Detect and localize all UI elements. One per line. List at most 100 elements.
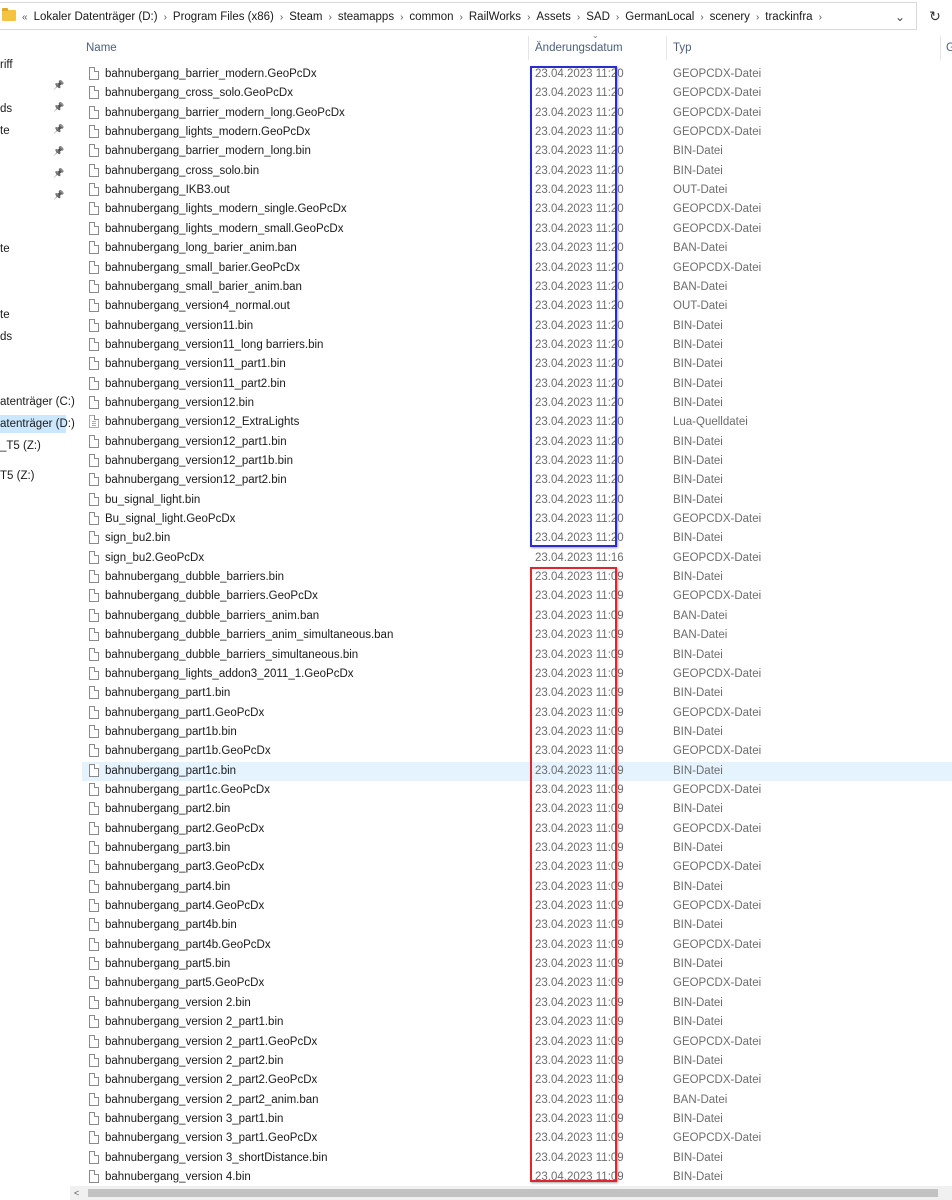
file-row[interactable]: bahnubergang_lights_modern.GeoPcDx 23.04.… [82, 123, 952, 142]
chevron-right-icon[interactable]: › [819, 12, 822, 23]
file-name[interactable]: bahnubergang_version12_part1.bin [105, 433, 287, 452]
scroll-left-arrow-icon[interactable]: < [74, 1186, 79, 1200]
breadcrumb-item[interactable]: scenery [710, 11, 750, 23]
horizontal-scrollbar[interactable]: < [70, 1186, 952, 1200]
breadcrumb-item[interactable]: RailWorks [469, 11, 521, 23]
chevron-right-icon[interactable]: › [527, 12, 530, 23]
file-name[interactable]: bahnubergang_version12_ExtraLights [105, 413, 299, 432]
chevron-right-icon[interactable]: › [577, 12, 580, 23]
pin-icon[interactable]: 📌 [53, 102, 64, 113]
file-row[interactable]: bahnubergang_part4.GeoPcDx 23.04.2023 11:… [82, 897, 952, 916]
file-row[interactable]: bahnubergang_barrier_modern_long.GeoPcDx… [82, 104, 952, 123]
file-name[interactable]: bahnubergang_part1.GeoPcDx [105, 704, 264, 723]
breadcrumb-item[interactable]: Program Files (x86) [173, 11, 274, 23]
file-name[interactable]: bahnubergang_small_barier_anim.ban [105, 278, 302, 297]
file-name[interactable]: bahnubergang_part5.bin [105, 955, 230, 974]
file-name[interactable]: bahnubergang_part5.GeoPcDx [105, 974, 264, 993]
file-name[interactable]: bahnubergang_part2.GeoPcDx [105, 820, 264, 839]
file-name[interactable]: bahnubergang_lights_modern_single.GeoPcD… [105, 200, 347, 219]
column-divider[interactable] [666, 36, 667, 60]
file-row[interactable]: bahnubergang_version11_part2.bin 23.04.20… [82, 375, 952, 394]
breadcrumb-item[interactable]: common [409, 11, 453, 23]
file-name[interactable]: bahnubergang_dubble_barriers.bin [105, 568, 284, 587]
column-header-extra[interactable]: G [946, 36, 952, 60]
breadcrumb-item[interactable]: Lokaler Datenträger (D:) [34, 11, 158, 23]
file-name[interactable]: bahnubergang_barrier_modern_long.bin [105, 142, 311, 161]
file-name[interactable]: bahnubergang_part1c.bin [105, 762, 236, 781]
file-row[interactable]: bahnubergang_IKB3.out 23.04.2023 11:20 OUT… [82, 181, 952, 200]
file-row[interactable]: bahnubergang_version 2_part2_anim.ban 23.… [82, 1091, 952, 1110]
column-header-date[interactable]: Änderungsdatum [535, 36, 623, 60]
file-row[interactable]: bahnubergang_part2.bin 23.04.2023 11:09 BI… [82, 800, 952, 819]
file-name[interactable]: bahnubergang_dubble_barriers_anim.ban [105, 607, 319, 626]
nav-item[interactable]: ds [0, 328, 12, 346]
file-row[interactable]: bahnubergang_version 3_shortDistance.bin… [82, 1149, 952, 1168]
nav-item[interactable]: riff [0, 56, 13, 74]
file-name[interactable]: bahnubergang_version 3_shortDistance.bin [105, 1149, 328, 1168]
chevron-right-icon[interactable]: › [280, 12, 283, 23]
breadcrumb-item[interactable]: GermanLocal [625, 11, 694, 23]
file-row[interactable]: bahnubergang_cross_solo.GeoPcDx 23.04.202… [82, 84, 952, 103]
column-divider[interactable] [528, 36, 529, 60]
file-name[interactable]: bahnubergang_lights_modern.GeoPcDx [105, 123, 310, 142]
file-name[interactable]: sign_bu2.bin [105, 529, 170, 548]
file-name[interactable]: bahnubergang_cross_solo.bin [105, 162, 259, 181]
chevron-right-icon[interactable]: › [756, 12, 759, 23]
chevron-right-icon[interactable]: › [460, 12, 463, 23]
file-name[interactable]: bahnubergang_part3.bin [105, 839, 230, 858]
file-row[interactable]: bahnubergang_version 3_part1.GeoPcDx 23.0… [82, 1129, 952, 1148]
file-name[interactable]: bahnubergang_lights_addon3_2011_1.GeoPcD… [105, 665, 354, 684]
file-row[interactable]: bahnubergang_version4_normal.out 23.04.20… [82, 297, 952, 316]
file-row[interactable]: bahnubergang_version12_part2.bin 23.04.20… [82, 471, 952, 490]
nav-item[interactable]: te [0, 240, 10, 258]
file-row[interactable]: bahnubergang_lights_modern_single.GeoPcD… [82, 200, 952, 219]
file-name[interactable]: bahnubergang_small_barier.GeoPcDx [105, 259, 300, 278]
nav-item[interactable]: _T5 (Z:) [0, 437, 41, 455]
file-row[interactable]: bahnubergang_part3.GeoPcDx 23.04.2023 11:… [82, 858, 952, 877]
file-row[interactable]: bahnubergang_part5.GeoPcDx 23.04.2023 11:… [82, 974, 952, 993]
file-row[interactable]: sign_bu2.bin 23.04.2023 11:20 BIN-Datei [82, 529, 952, 548]
file-row[interactable]: bahnubergang_version 3_part1.bin 23.04.20… [82, 1110, 952, 1129]
file-name[interactable]: bu_signal_light.bin [105, 491, 200, 510]
file-name[interactable]: bahnubergang_part4b.bin [105, 916, 237, 935]
file-name[interactable]: bahnubergang_version 2_part2.bin [105, 1052, 283, 1071]
file-name[interactable]: bahnubergang_version11_part1.bin [105, 355, 286, 374]
file-name[interactable]: bahnubergang_version11_part2.bin [105, 375, 286, 394]
file-row[interactable]: bahnubergang_lights_addon3_2011_1.GeoPcD… [82, 665, 952, 684]
file-row[interactable]: bahnubergang_part4b.bin 23.04.2023 11:09 B… [82, 916, 952, 935]
file-name[interactable]: bahnubergang_part4.bin [105, 878, 230, 897]
chevron-right-icon[interactable]: › [164, 12, 167, 23]
file-row[interactable]: bahnubergang_version 2_part1.GeoPcDx 23.0… [82, 1033, 952, 1052]
file-row[interactable]: bahnubergang_part2.GeoPcDx 23.04.2023 11:… [82, 820, 952, 839]
file-row[interactable]: sign_bu2.GeoPcDx 23.04.2023 11:16 GEOPCDX-… [82, 549, 952, 568]
file-name[interactable]: bahnubergang_version11.bin [105, 317, 253, 336]
file-name[interactable]: bahnubergang_part1.bin [105, 684, 230, 703]
chevron-down-icon[interactable]: ⌄ [890, 3, 910, 31]
file-name[interactable]: bahnubergang_dubble_barriers.GeoPcDx [105, 587, 318, 606]
breadcrumb-item[interactable]: trackinfra [765, 11, 812, 23]
file-row[interactable]: bahnubergang_part1.GeoPcDx 23.04.2023 11:… [82, 704, 952, 723]
file-name[interactable]: bahnubergang_cross_solo.GeoPcDx [105, 84, 293, 103]
file-row[interactable]: bahnubergang_part1c.bin 23.04.2023 11:09 B… [82, 761, 952, 781]
file-row[interactable]: bahnubergang_dubble_barriers.GeoPcDx 23.0… [82, 587, 952, 606]
file-row[interactable]: bahnubergang_cross_solo.bin 23.04.2023 11… [82, 162, 952, 181]
file-name[interactable]: bahnubergang_version 2.bin [105, 994, 251, 1013]
file-name[interactable]: bahnubergang_version12_part2.bin [105, 471, 287, 490]
file-row[interactable]: bahnubergang_barrier_modern_long.bin 23.0… [82, 142, 952, 161]
file-name[interactable]: sign_bu2.GeoPcDx [105, 549, 204, 568]
pin-icon[interactable]: 📌 [53, 124, 64, 135]
chevron-right-icon[interactable]: › [328, 12, 331, 23]
file-name[interactable]: bahnubergang_long_barier_anim.ban [105, 239, 297, 258]
file-row[interactable]: bahnubergang_part1c.GeoPcDx 23.04.2023 11… [82, 781, 952, 800]
file-name[interactable]: bahnubergang_part1c.GeoPcDx [105, 781, 270, 800]
file-row[interactable]: bahnubergang_part3.bin 23.04.2023 11:09 BI… [82, 839, 952, 858]
file-row[interactable]: bahnubergang_version12_part1.bin 23.04.20… [82, 433, 952, 452]
file-name[interactable]: bahnubergang_barrier_modern_long.GeoPcDx [105, 104, 345, 123]
breadcrumb-item[interactable]: Assets [536, 11, 571, 23]
file-name[interactable]: bahnubergang_dubble_barriers_simultaneou… [105, 646, 358, 665]
file-row[interactable]: bahnubergang_part1b.GeoPcDx 23.04.2023 11… [82, 742, 952, 761]
file-name[interactable]: bahnubergang_part1b.GeoPcDx [105, 742, 271, 761]
nav-item[interactable]: te [0, 306, 10, 324]
file-name[interactable]: Bu_signal_light.GeoPcDx [105, 510, 235, 529]
file-row[interactable]: bahnubergang_part1b.bin 23.04.2023 11:09 B… [82, 723, 952, 742]
